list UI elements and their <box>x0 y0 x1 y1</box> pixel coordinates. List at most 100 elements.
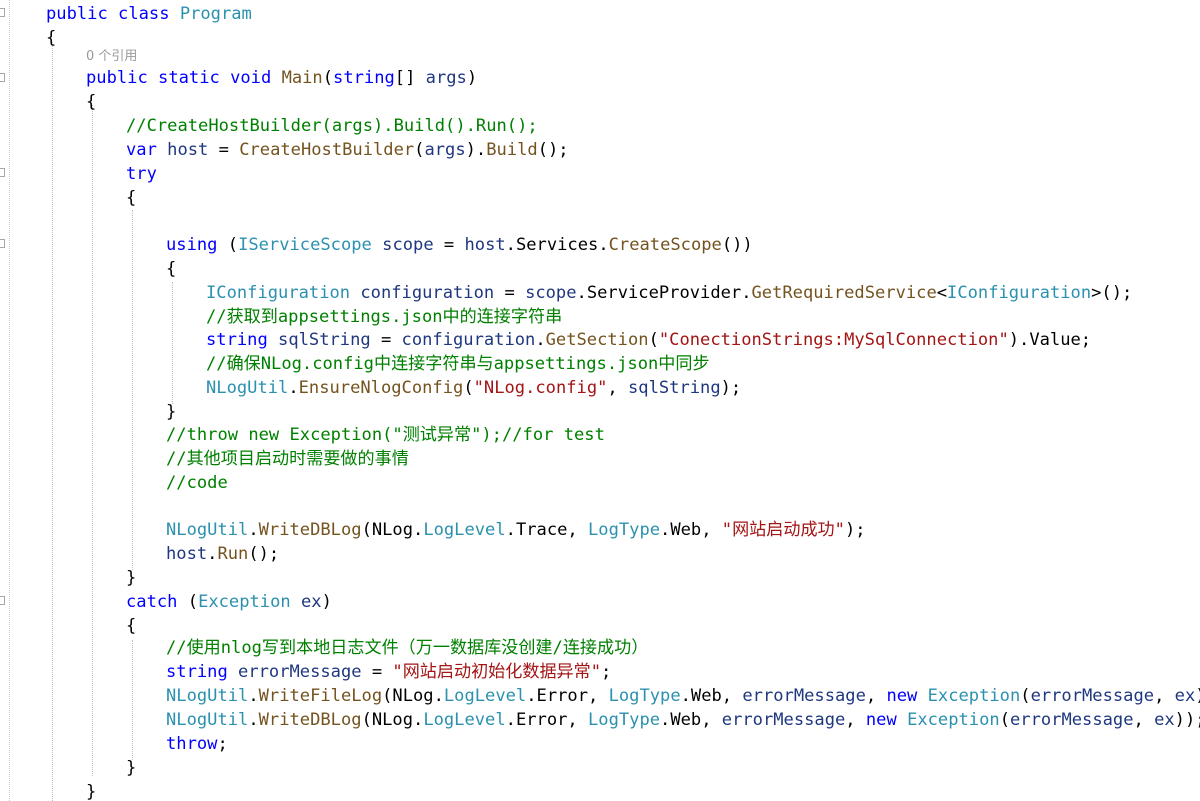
code-token: WriteFileLog <box>258 686 383 706</box>
code-token: . <box>505 235 516 255</box>
code-token: IServiceScope <box>238 235 372 255</box>
code-line[interactable]: //throw new Exception("测试异常");//for test <box>166 423 605 447</box>
code-line[interactable]: { <box>86 90 96 114</box>
code-token: (); <box>537 140 569 160</box>
code-line[interactable]: NLogUtil.EnsureNlogConfig("NLog.config",… <box>206 376 741 400</box>
code-token: LogLevel <box>423 520 506 540</box>
code-token: Exception <box>198 592 291 612</box>
code-line[interactable]: string sqlString = configuration.GetSect… <box>206 328 1091 352</box>
code-line[interactable]: NLogUtil.WriteFileLog(NLog.LogLevel.Erro… <box>166 684 1200 708</box>
code-line[interactable]: { <box>166 257 176 281</box>
code-token: . <box>598 235 609 255</box>
code-line[interactable]: throw; <box>166 732 228 756</box>
code-token: { <box>86 92 97 112</box>
code-token: (); <box>248 544 280 564</box>
code-line[interactable]: //CreateHostBuilder(args).Build().Run(); <box>126 114 538 138</box>
code-line[interactable]: } <box>126 756 136 780</box>
code-token: //使用nlog写到本地日志文件（万一数据库没创建/连接成功） <box>166 638 649 658</box>
code-token: public <box>46 4 108 24</box>
code-line[interactable]: } <box>126 566 136 590</box>
code-line[interactable]: public static void Main(string[] args) <box>86 66 477 90</box>
code-line[interactable]: //确保NLog.config中连接字符串与appsettings.json中同… <box>206 352 710 376</box>
code-token: NLogUtil <box>166 710 249 730</box>
code-token: = <box>433 235 465 255</box>
code-token: , <box>607 378 628 398</box>
code-line[interactable]: host.Run(); <box>166 542 279 566</box>
code-token: LogType <box>588 520 661 540</box>
code-editor[interactable]: 0 个引用 public class Program{public static… <box>0 0 1200 801</box>
code-token: catch <box>126 592 178 612</box>
code-line[interactable]: //其他项目启动时需要做的事情 <box>166 447 409 471</box>
code-token: new <box>865 710 897 730</box>
code-token: ( <box>414 140 425 160</box>
code-lens-reference-count[interactable]: 0 个引用 <box>86 49 137 65</box>
code-token: ; <box>601 662 612 682</box>
collapse-method-icon[interactable] <box>0 73 5 82</box>
code-line[interactable]: var host = CreateHostBuilder(args).Build… <box>126 138 569 162</box>
code-line[interactable]: IConfiguration configuration = scope.Ser… <box>206 281 1132 305</box>
code-token: (NLog. <box>382 686 444 706</box>
code-token: { <box>126 188 137 208</box>
code-token: . <box>207 544 218 564</box>
code-token: .Web, <box>660 710 722 730</box>
code-token: CreateHostBuilder <box>239 140 415 160</box>
code-line[interactable]: } <box>166 400 176 424</box>
code-line[interactable]: string errorMessage = "网站启动初始化数据异常"; <box>166 660 611 684</box>
collapse-try-icon[interactable] <box>0 168 5 177</box>
code-token: ( <box>177 592 199 612</box>
code-token: var <box>126 140 157 160</box>
code-token: NLogUtil <box>166 520 249 540</box>
code-token: LogType <box>588 710 661 730</box>
code-line[interactable]: //code <box>166 471 228 495</box>
collapse-using-icon[interactable] <box>0 239 5 248</box>
code-token: ex <box>1174 686 1196 706</box>
code-token: args <box>425 68 467 88</box>
code-line[interactable]: using (IServiceScope scope = host.Servic… <box>166 233 753 257</box>
code-token: . <box>535 330 546 350</box>
code-line[interactable]: catch (Exception ex) <box>126 590 332 614</box>
code-line[interactable]: } <box>86 780 96 801</box>
code-token: "网站启动初始化数据异常" <box>392 662 602 682</box>
code-line[interactable]: try <box>126 162 157 186</box>
code-token: ex <box>300 592 322 612</box>
code-token: ex <box>1154 710 1175 730</box>
code-token: ); <box>844 520 866 540</box>
code-token: ; <box>217 734 228 754</box>
code-token: } <box>126 568 137 588</box>
code-line[interactable]: public class Program <box>46 2 252 26</box>
code-token: } <box>166 402 177 422</box>
code-line[interactable]: { <box>46 26 56 50</box>
code-token: static <box>158 68 220 88</box>
collapse-catch-icon[interactable] <box>0 596 5 605</box>
code-token: args <box>424 140 466 160</box>
code-line[interactable]: { <box>126 186 136 210</box>
code-token: , <box>1133 710 1155 730</box>
code-line[interactable]: //获取到appsettings.json中的连接字符串 <box>206 305 562 329</box>
code-token: )); <box>1174 710 1200 730</box>
code-token: ); <box>720 378 742 398</box>
code-line[interactable]: //使用nlog写到本地日志文件（万一数据库没创建/连接成功） <box>166 636 648 660</box>
code-token: sqlString <box>278 330 371 350</box>
code-line[interactable]: { <box>126 614 136 638</box>
collapse-class-icon[interactable] <box>0 8 5 17</box>
code-token: { <box>126 616 137 636</box>
code-token: [] <box>394 68 426 88</box>
code-token: Main <box>281 68 323 88</box>
code-token: try <box>126 164 157 184</box>
code-line[interactable]: NLogUtil.WriteDBLog(NLog.LogLevel.Error,… <box>166 708 1200 732</box>
outlining-gutter <box>0 0 10 801</box>
code-token: CreateScope <box>608 235 722 255</box>
code-token: ()) <box>721 235 753 255</box>
code-line[interactable]: NLogUtil.WriteDBLog(NLog.LogLevel.Trace,… <box>166 518 866 542</box>
code-token: scope <box>382 235 434 255</box>
code-token: string <box>206 330 268 350</box>
code-token: Program <box>179 4 252 24</box>
indent-guide-catch <box>132 640 133 760</box>
